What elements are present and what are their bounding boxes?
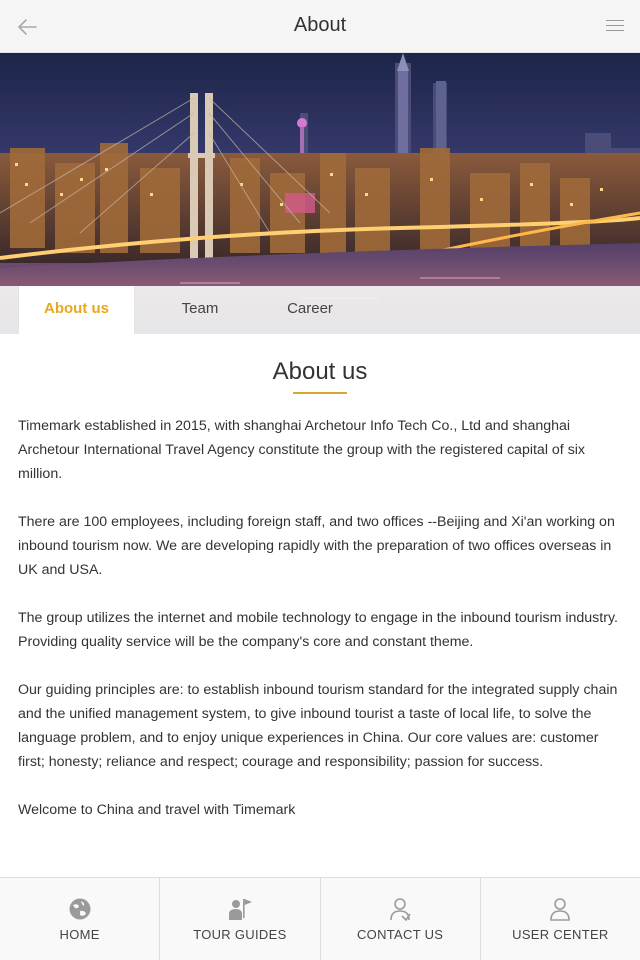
nav-label: CONTACT US <box>356 927 444 942</box>
heading-underline <box>293 392 347 394</box>
paragraph: Our guiding principles are: to establish… <box>18 682 618 770</box>
contact-person-icon <box>390 898 411 922</box>
tab-bar: About us Team Career <box>0 286 640 334</box>
user-icon <box>550 898 571 921</box>
tour-guide-flag-icon <box>228 899 252 920</box>
nav-home[interactable]: HOME <box>0 878 161 960</box>
paragraph: Welcome to China and travel with Timemar… <box>18 802 296 818</box>
paragraph: There are 100 employees, including forei… <box>18 514 615 578</box>
top-bar: About <box>0 0 640 53</box>
nav-contact-us[interactable]: CONTACT US <box>321 878 481 960</box>
paragraph: The group utilizes the internet and mobi… <box>18 610 618 650</box>
tab-team[interactable]: Team <box>135 286 265 334</box>
nav-label: TOUR GUIDES <box>193 927 287 942</box>
nav-tour-guides[interactable]: TOUR GUIDES <box>160 878 321 960</box>
about-content: Timemark established in 2015, with shang… <box>18 414 626 846</box>
bottom-navigation: HOME TOUR GUIDES CONTACT US USER CENTER <box>0 877 640 960</box>
home-globe-icon <box>69 898 91 920</box>
nav-label: USER CENTER <box>512 927 609 942</box>
nav-label: HOME <box>59 927 100 942</box>
tab-career[interactable]: Career <box>265 286 355 334</box>
menu-button[interactable] <box>604 16 626 38</box>
paragraph: Timemark established in 2015, with shang… <box>18 418 586 482</box>
tab-about-us[interactable]: About us <box>18 286 135 334</box>
section-heading: About us <box>272 358 368 385</box>
page-title: About <box>293 14 347 36</box>
nav-user-center[interactable]: USER CENTER <box>481 878 640 960</box>
hamburger-menu-icon <box>604 20 626 31</box>
